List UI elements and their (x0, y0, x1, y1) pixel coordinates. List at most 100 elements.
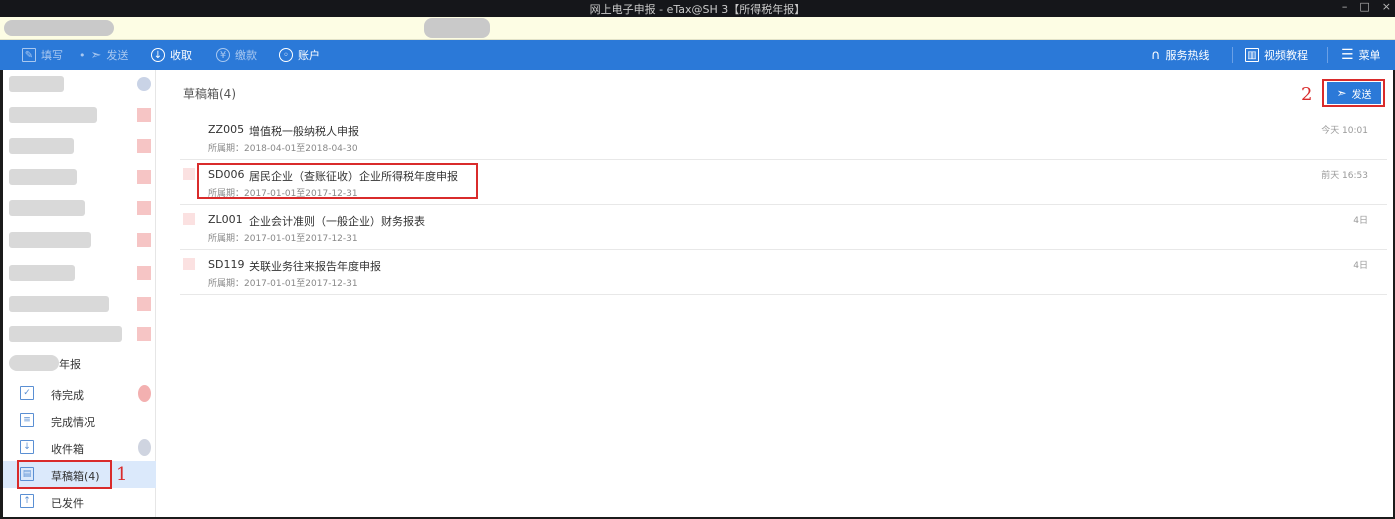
sidebar-group[interactable] (3, 293, 156, 317)
sidebar-item-label: 待完成 (51, 389, 84, 402)
status-mark (137, 139, 151, 153)
badge-dot (138, 385, 151, 402)
inbox-icon: ↓ (20, 440, 34, 454)
redacted-block (9, 326, 122, 342)
highlight-box-drafts-nav (17, 460, 112, 489)
sidebar-item-sent[interactable]: ↑ 已发件 (3, 488, 156, 515)
highlight-box-send-button (1322, 79, 1385, 107)
sidebar-group[interactable] (3, 166, 156, 190)
paper-plane-icon: ➣ (90, 47, 102, 63)
status-dot (137, 77, 151, 91)
maximize-button[interactable]: □ (1359, 0, 1369, 13)
toolbar-menu-label: 菜单 (1358, 49, 1381, 62)
bullet-dot-icon: • (79, 48, 86, 62)
toolbar-account-button[interactable]: ◦ 账户 (279, 47, 320, 63)
sidebar-item-pending[interactable]: ✓ 待完成 (3, 380, 156, 407)
annotation-step-2: 2 (1301, 84, 1313, 105)
toolbar-send-button[interactable]: • ➣ 发送 (79, 47, 128, 63)
draft-name: 关联业务往来报告年度申报 (249, 260, 381, 273)
sidebar-group[interactable] (3, 73, 156, 97)
draft-period: 2018-04-01至2018-04-30 (244, 144, 358, 154)
sidebar-item-label: 完成情况 (51, 416, 95, 429)
sidebar-year-group[interactable]: 年报 (3, 352, 156, 374)
draft-time: 4日 (1353, 261, 1368, 271)
sidebar-item-completion[interactable]: ≡ 完成情况 (3, 407, 156, 434)
annotation-step-1: 1 (116, 464, 128, 485)
redacted-block (9, 265, 75, 281)
highlight-box-draft-sd006 (197, 163, 478, 199)
period-label: 所属期： (208, 279, 245, 289)
clipboard-check-icon: ✓ (20, 386, 34, 400)
app-window: 网上电子申报 - eTax@SH 3【所得税年报】 – □ × ✎ 填写 • ➣… (0, 0, 1395, 519)
draft-time: 今天 10:01 (1321, 126, 1368, 136)
status-mark (137, 201, 151, 215)
minimize-button[interactable]: – (1342, 0, 1348, 13)
sidebar-item-label: 收件箱 (51, 443, 84, 456)
redacted-block (9, 76, 64, 92)
draft-code: ZZ005 (208, 123, 245, 136)
redacted-block (4, 20, 114, 36)
headset-icon: ∩ (1151, 47, 1161, 63)
status-mark (137, 327, 151, 341)
draft-name: 企业会计准则（一般企业）财务报表 (249, 215, 425, 228)
title-bar: 网上电子申报 - eTax@SH 3【所得税年报】 – □ × (0, 0, 1395, 17)
redacted-block (9, 232, 91, 248)
toolbar-video-label: 视频教程 (1264, 49, 1308, 62)
sidebar-group[interactable] (3, 104, 156, 128)
year-group-label: 年报 (59, 358, 81, 371)
status-mark (137, 233, 151, 247)
toolbar: ✎ 填写 • ➣ 发送 ↓ 收取 ¥ 缴款 ◦ 账户 ∩ 服务热线 ▥ 视频教程 (0, 40, 1395, 70)
toolbar-video-button[interactable]: ▥ 视频教程 (1245, 47, 1308, 63)
draft-list: ZZ005 增值税一般纳税人申报 所属期： 2018-04-01至2018-04… (180, 115, 1387, 295)
toolbar-pay-label: 缴款 (235, 49, 257, 62)
redacted-block (9, 107, 97, 123)
window-controls: – □ × (1342, 0, 1391, 13)
draft-code: ZL001 (208, 213, 243, 226)
sidebar-group[interactable] (3, 262, 156, 286)
film-icon: ▥ (1245, 48, 1259, 62)
status-mark (137, 297, 151, 311)
toolbar-hotline-button[interactable]: ∩ 服务热线 (1151, 47, 1210, 63)
edit-icon: ✎ (22, 48, 36, 62)
user-circle-icon: ◦ (279, 48, 293, 62)
redacted-block (9, 169, 77, 185)
draft-time: 前天 16:53 (1321, 171, 1368, 181)
content-pane: 草稿箱(4) ➣ 发送 ZZ005 增值税一般纳税人申报 所属期： 2018-0… (157, 70, 1393, 517)
status-mark (137, 266, 151, 280)
draft-row[interactable]: SD119 关联业务往来报告年度申报 所属期： 2017-01-01至2017-… (180, 250, 1387, 295)
redacted-block (9, 200, 85, 216)
draft-time: 4日 (1353, 216, 1368, 226)
toolbar-divider (1232, 47, 1233, 63)
close-button[interactable]: × (1382, 0, 1391, 13)
download-circle-icon: ↓ (151, 48, 165, 62)
toolbar-receive-label: 收取 (170, 49, 192, 62)
period-label: 所属期： (208, 234, 245, 244)
yen-circle-icon: ¥ (216, 48, 230, 62)
sidebar: 年报 ✓ 待完成 ≡ 完成情况 ↓ 收件箱 ▤ 草稿箱(4) ↑ 已发件 (3, 70, 156, 517)
redacted-block (424, 18, 490, 38)
status-mark (137, 108, 151, 122)
toolbar-fill-label: 填写 (41, 49, 63, 62)
upload-icon: ↑ (20, 494, 34, 508)
sidebar-group[interactable] (3, 229, 156, 253)
draft-row[interactable]: ZZ005 增值税一般纳税人申报 所属期： 2018-04-01至2018-04… (180, 115, 1387, 160)
sidebar-group[interactable] (3, 135, 156, 159)
row-marker (183, 258, 195, 270)
sidebar-item-inbox[interactable]: ↓ 收件箱 (3, 434, 156, 461)
period-label: 所属期： (208, 144, 245, 154)
draft-period: 2017-01-01至2017-12-31 (244, 279, 358, 289)
toolbar-pay-button[interactable]: ¥ 缴款 (216, 47, 257, 63)
sidebar-group[interactable] (3, 323, 156, 347)
draft-name: 增值税一般纳税人申报 (249, 125, 359, 138)
row-marker (183, 168, 195, 180)
draft-row[interactable]: ZL001 企业会计准则（一般企业）财务报表 所属期： 2017-01-01至2… (180, 205, 1387, 250)
badge-dot (138, 439, 151, 456)
sidebar-item-label: 已发件 (51, 497, 84, 510)
hamburger-menu-icon: ☰ (1341, 47, 1354, 63)
redacted-block (9, 355, 59, 371)
toolbar-fill-button[interactable]: ✎ 填写 (22, 47, 63, 63)
toolbar-menu-button[interactable]: ☰ 菜单 (1341, 47, 1381, 63)
draft-code: SD119 (208, 258, 245, 271)
sidebar-group[interactable] (3, 197, 156, 221)
toolbar-receive-button[interactable]: ↓ 收取 (151, 47, 192, 63)
